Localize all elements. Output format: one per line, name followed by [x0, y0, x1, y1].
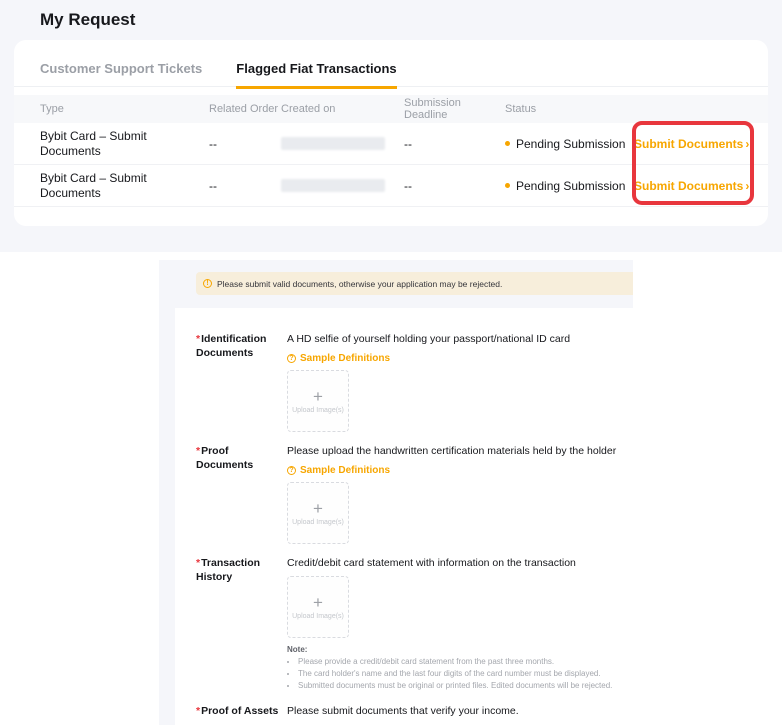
note-item: The card holder's name and the last four…: [298, 668, 619, 679]
table-header-row: Type Related Order Created on Submission…: [14, 95, 768, 123]
column-header-created-on: Created on: [281, 103, 404, 115]
status-badge: Pending Submission: [516, 137, 625, 151]
section-proof-documents: *Proof Documents Please upload the handw…: [196, 444, 619, 544]
created-on-cell: [281, 137, 404, 150]
table-row: Bybit Card – Submit Documents -- -- Pend…: [14, 123, 768, 165]
status-cell: Pending Submission: [505, 179, 634, 193]
section-proof-of-assets: *Proof of Assets Please submit documents…: [196, 704, 619, 719]
document-form-card: *Identification Documents A HD selfie of…: [175, 308, 633, 725]
warning-icon: !: [203, 279, 212, 288]
request-table-card: Customer Support Tickets Flagged Fiat Tr…: [14, 40, 768, 226]
field-description: Please upload the handwritten certificat…: [287, 444, 619, 459]
type-cell: Bybit Card – Submit Documents: [40, 171, 192, 201]
field-label: *Proof Documents: [196, 444, 287, 544]
status-dot-icon: [505, 183, 510, 188]
plus-icon: +: [313, 501, 323, 516]
warning-text: Please submit valid documents, otherwise…: [217, 279, 502, 289]
field-description: A HD selfie of yourself holding your pas…: [287, 332, 619, 347]
note-item: Submitted documents must be original or …: [298, 680, 619, 691]
related-order-cell: --: [209, 137, 281, 151]
sample-definitions-link[interactable]: ? Sample Definitions: [287, 353, 390, 364]
submission-deadline-cell: --: [404, 179, 505, 193]
question-icon: ?: [287, 354, 296, 363]
field-description: Credit/debit card statement with informa…: [287, 556, 619, 571]
created-on-redacted: [281, 179, 385, 192]
chevron-right-icon: ›: [745, 179, 749, 193]
plus-icon: +: [313, 595, 323, 610]
upload-box[interactable]: + Upload Image(s): [287, 370, 349, 432]
section-identification-documents: *Identification Documents A HD selfie of…: [196, 332, 619, 432]
field-label: *Identification Documents: [196, 332, 287, 432]
upload-label: Upload Image(s): [292, 613, 344, 620]
chevron-right-icon: ›: [745, 137, 749, 151]
column-header-type: Type: [40, 103, 209, 115]
required-mark: *: [196, 333, 200, 345]
status-dot-icon: [505, 141, 510, 146]
section-transaction-history: *Transaction History Credit/debit card s…: [196, 556, 619, 692]
note-title: Note:: [287, 645, 619, 654]
upload-label: Upload Image(s): [292, 407, 344, 414]
field-description: Please submit documents that verify your…: [287, 704, 619, 719]
field-label: *Transaction History: [196, 556, 287, 692]
submit-documents-screen: ! Please submit valid documents, otherwi…: [159, 260, 633, 725]
sample-definitions-link[interactable]: ? Sample Definitions: [287, 465, 390, 476]
type-cell: Bybit Card – Submit Documents: [40, 129, 192, 159]
status-badge: Pending Submission: [516, 179, 625, 193]
field-label: *Proof of Assets: [196, 704, 287, 719]
upload-box[interactable]: + Upload Image(s): [287, 576, 349, 638]
related-order-cell: --: [209, 179, 281, 193]
status-cell: Pending Submission: [505, 137, 634, 151]
table-row: Bybit Card – Submit Documents -- -- Pend…: [14, 165, 768, 207]
plus-icon: +: [313, 389, 323, 404]
column-header-submission-deadline: Submission Deadline: [404, 97, 505, 121]
note-block: Note: Please provide a credit/debit card…: [287, 645, 619, 691]
screenshot-stage: My Request Customer Support Tickets Flag…: [0, 0, 782, 725]
submission-deadline-cell: --: [404, 137, 505, 151]
page-title: My Request: [40, 10, 135, 30]
required-mark: *: [196, 705, 200, 717]
submit-documents-link[interactable]: Submit Documents›: [634, 179, 749, 193]
created-on-redacted: [281, 137, 385, 150]
submit-documents-link[interactable]: Submit Documents›: [634, 137, 749, 151]
my-request-screen: My Request Customer Support Tickets Flag…: [0, 0, 782, 252]
required-mark: *: [196, 445, 200, 457]
note-item: Please provide a credit/debit card state…: [298, 656, 619, 667]
column-header-status: Status: [505, 103, 634, 115]
tab-flagged-fiat-transactions[interactable]: Flagged Fiat Transactions: [236, 61, 396, 86]
created-on-cell: [281, 179, 404, 192]
tab-customer-support-tickets[interactable]: Customer Support Tickets: [40, 61, 202, 86]
column-header-related-order: Related Order: [209, 103, 281, 115]
warning-banner: ! Please submit valid documents, otherwi…: [196, 272, 633, 295]
tab-bar: Customer Support Tickets Flagged Fiat Tr…: [14, 40, 768, 87]
required-mark: *: [196, 557, 200, 569]
upload-box[interactable]: + Upload Image(s): [287, 482, 349, 544]
question-icon: ?: [287, 466, 296, 475]
upload-label: Upload Image(s): [292, 519, 344, 526]
